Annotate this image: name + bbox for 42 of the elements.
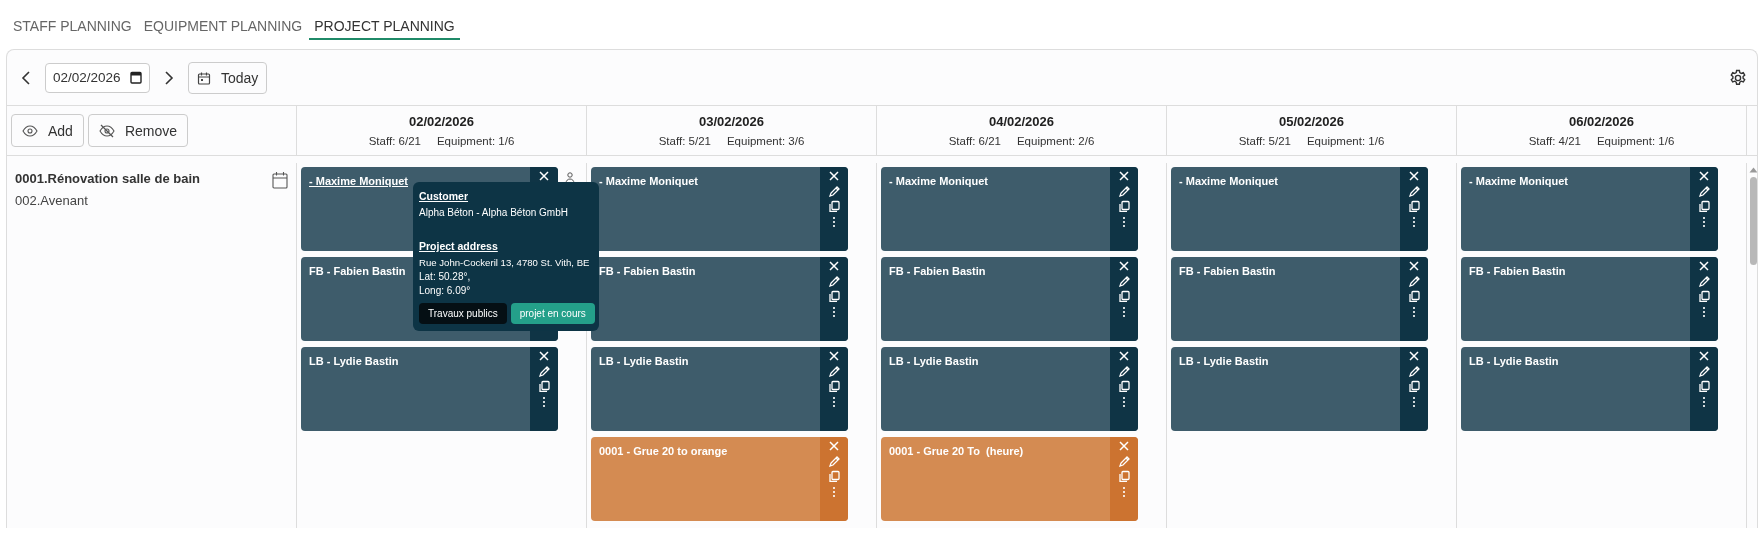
latitude-text: Lat: 50.28°,: [419, 271, 471, 282]
longitude-text: Long: 6.09°: [419, 285, 471, 296]
staff-count: Staff: 6/21: [948, 135, 1001, 147]
customer-name: Alpha Béton - Alpha Béton GmbH: [419, 207, 568, 218]
tag: Travaux publics: [419, 303, 507, 324]
card-label: 0001 - Grue 20 to orange: [598, 444, 729, 459]
card-label: LB - Lydie Bastin: [598, 354, 690, 369]
card-label: FB - Fabien Bastin: [1468, 264, 1567, 279]
equipment-count: Equipment: 2/6: [1016, 135, 1095, 147]
day-date: 02/02/2026: [408, 114, 475, 129]
equipment-count: Equipment: 1/6: [1306, 135, 1385, 147]
day-date: 04/02/2026: [988, 114, 1055, 129]
card-label: - Maxime Moniquet: [1178, 174, 1279, 189]
day-date: 06/02/2026: [1568, 114, 1635, 129]
card-label: - Maxime Moniquet: [308, 174, 409, 189]
card-label: LB - Lydie Bastin: [308, 354, 400, 369]
equipment-count: Equipment: 1/6: [436, 135, 515, 147]
card-label: FB - Fabien Bastin: [888, 264, 987, 279]
project-title: 0001.Rénovation salle de bain: [15, 171, 200, 186]
staff-count: Staff: 5/21: [1238, 135, 1291, 147]
equipment-count: Equipment: 1/6: [1596, 135, 1675, 147]
card-label: - Maxime Moniquet: [598, 174, 699, 189]
day-date: 03/02/2026: [698, 114, 765, 129]
tooltip-heading: Project address: [419, 240, 498, 252]
tooltip-heading: Customer: [419, 190, 468, 202]
card-label: 0001 - Grue 20 To (heure): [888, 444, 1025, 459]
staff-count: Staff: 6/21: [368, 135, 421, 147]
card-label: - Maxime Moniquet: [1468, 174, 1569, 189]
card-label: - Maxime Moniquet: [888, 174, 989, 189]
card-label: LB - Lydie Bastin: [1468, 354, 1560, 369]
card-label: LB - Lydie Bastin: [1178, 354, 1270, 369]
card-label: FB - Fabien Bastin: [1178, 264, 1277, 279]
staff-count: Staff: 4/21: [1528, 135, 1581, 147]
card-label: LB - Lydie Bastin: [888, 354, 980, 369]
card-label: FB - Fabien Bastin: [308, 264, 407, 279]
tag: projet en cours: [510, 303, 595, 324]
staff-count: Staff: 5/21: [658, 135, 711, 147]
card-label: FB - Fabien Bastin: [598, 264, 697, 279]
equipment-count: Equipment: 3/6: [726, 135, 805, 147]
address-text: Rue John-Cockeril 13, 4780 St. Vith, BE: [419, 257, 590, 268]
day-date: 05/02/2026: [1278, 114, 1345, 129]
project-subtitle: 002.Avenant: [15, 193, 89, 208]
